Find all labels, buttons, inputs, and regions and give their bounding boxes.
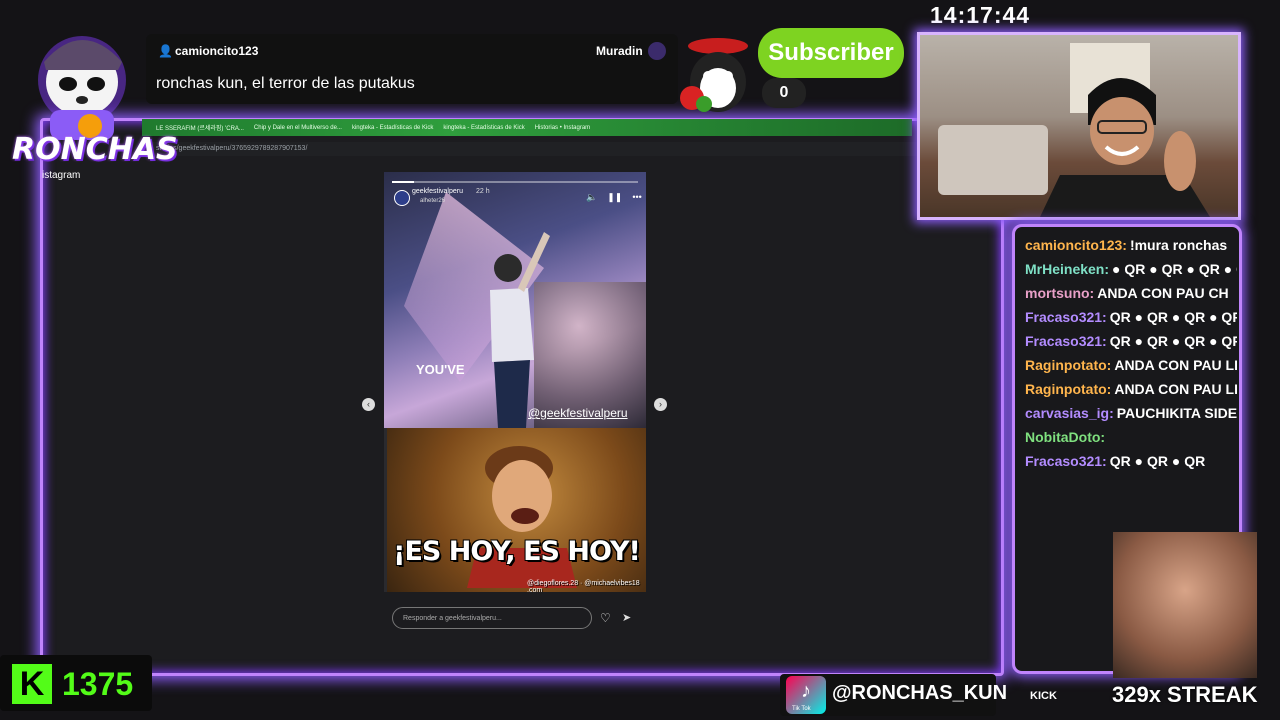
browser-tab[interactable]: Historias • Instagram	[535, 125, 590, 131]
chat-username[interactable]: Raginpotato:	[1025, 381, 1111, 397]
browser-tab[interactable]: LE SSERAFIM (르세라핌) 'CRA...	[156, 123, 244, 132]
subscriber-goal: Subscriber	[758, 28, 904, 78]
previous-story-button[interactable]: ‹	[362, 398, 375, 411]
kick-count: 1375	[62, 666, 134, 702]
pause-icon[interactable]: ❚❚	[607, 192, 622, 203]
meme-caption: ¡ES HOY, ES HOY!	[393, 536, 641, 567]
social-links: KICK	[1030, 690, 1057, 702]
chat-username[interactable]: Raginpotato:	[1025, 357, 1111, 373]
reply-input[interactable]: Responder a geekfestivalperu...	[392, 607, 592, 629]
chat-text: !mura ronchas	[1129, 237, 1228, 253]
tiktok-label: Tik Tok	[792, 706, 811, 712]
browser-tab[interactable]: kingteka - Estadísticas de Kick	[352, 125, 433, 131]
chat-message: Fracaso321:QR ● QR ● QR ● QR ● QR ● QR ●	[1025, 307, 1237, 327]
kick-icon: K	[12, 664, 52, 704]
instagram-story[interactable]: geekfestivalperu 22 h alheter26 🔈 ❚❚ •••…	[384, 172, 646, 592]
chat-message: Raginpotato:ANDA CON PAU LE METES UN TAM…	[1025, 379, 1237, 399]
chat-text: ANDA CON PAU LE METES UN TAMPON Y GO	[1114, 381, 1237, 397]
mascot-image	[680, 38, 748, 112]
chat-message: Raginpotato:ANDA CON PAU LE METES UN TAM…	[1025, 355, 1237, 375]
chat-username[interactable]: Fracaso321:	[1025, 333, 1107, 349]
more-icon[interactable]: •••	[632, 192, 641, 203]
chat-message: mortsuno: ANDA CON PAU CH	[1025, 283, 1237, 303]
tiktok-handle: @RONCHAS_KUN	[832, 682, 1008, 704]
concert-photo: geekfestivalperu 22 h alheter26 🔈 ❚❚ •••…	[384, 172, 646, 428]
chat-text: ● QR ● QR ● QR ● QR ● QR ● QR ● QR	[1112, 261, 1237, 277]
logo-subtext: istagram	[42, 170, 81, 181]
logo-text: RONCHAS	[12, 132, 178, 167]
meme-image: ¡ES HOY, ES HOY! @diegoflores.28 · @mich…	[387, 428, 646, 592]
subscriber-count: 0	[762, 78, 806, 108]
chat-username[interactable]: carvasias_ig:	[1025, 405, 1114, 421]
chat-username[interactable]: Fracaso321:	[1025, 309, 1107, 325]
chat-username[interactable]: NobitaDoto:	[1025, 429, 1105, 445]
chat-text: QR ● QR ● QR	[1109, 453, 1206, 469]
chat-text: ANDA CON PAU LE METES UN TAMPON Y GO	[1114, 357, 1237, 373]
browser-tab-bar[interactable]: LE SSERAFIM (르세라핌) 'CRA... Chip y Dale e…	[142, 119, 912, 136]
chat-username[interactable]: mortsuno:	[1025, 285, 1094, 301]
bed	[938, 125, 1048, 195]
story-controls: 🔈 ❚❚ •••	[586, 192, 642, 203]
user-icon: 👤	[158, 44, 173, 58]
browser-tab[interactable]: Chip y Dale en el Multiverso de...	[254, 125, 342, 131]
chat-text: ANDA CON PAU CH	[1097, 285, 1229, 301]
chat-message: camioncito123: !mura ronchas	[1025, 235, 1237, 255]
chat-username[interactable]: Fracaso321:	[1025, 453, 1107, 469]
avatar[interactable]	[394, 190, 410, 206]
story-progress	[392, 181, 638, 183]
chat-message: NobitaDoto:	[1025, 427, 1237, 447]
chat-message: Fracaso321:QR ● QR ● QR ● QR ● QR ● QR ●	[1025, 331, 1237, 351]
meme-credit: @diegoflores.28 · @michaelvibes18 .com	[527, 580, 640, 592]
overlay-text: YOU'VE	[416, 362, 465, 377]
webcam-feed	[917, 32, 1241, 220]
story-time: 22 h	[476, 188, 490, 195]
chat-username[interactable]: camioncito123:	[1025, 237, 1127, 253]
badge-icon	[648, 42, 666, 60]
chat-text: PAUCHIKITA SIDERAL ...	[1116, 405, 1237, 421]
mute-icon[interactable]: 🔈	[586, 192, 597, 203]
mention-sticker[interactable]: @geekfestivalperu	[528, 406, 628, 420]
chat-message: Fracaso321: QR ● QR ● QR	[1025, 451, 1237, 471]
address-bar[interactable]: stories/geekfestivalperu/376592978928790…	[142, 142, 917, 156]
heart-icon[interactable]: ♡	[600, 611, 611, 625]
story-subtitle: alheter26	[420, 198, 446, 204]
laughing-face-overlay	[1113, 532, 1257, 678]
chat-message: carvasias_ig:PAUCHIKITA SIDERAL ...	[1025, 403, 1237, 423]
streamer-figure	[1040, 78, 1210, 217]
chat-text: QR ● QR ● QR ● QR ● QR ● QR ●	[1109, 309, 1237, 325]
next-story-button[interactable]: ›	[654, 398, 667, 411]
chat-messages: camioncito123: !mura ronchas MrHeineken: ● …	[1025, 235, 1237, 475]
chat-text: QR ● QR ● QR ● QR ● QR ● QR ●	[1109, 333, 1237, 349]
highlight-username: camioncito123	[175, 44, 259, 58]
story-username[interactable]: geekfestivalperu	[412, 188, 463, 195]
chat-username[interactable]: MrHeineken:	[1025, 261, 1109, 277]
browser-tab[interactable]: kingteka - Estadísticas de Kick	[443, 125, 524, 131]
chat-message: MrHeineken:● QR ● QR ● QR ● QR ● QR ● QR…	[1025, 259, 1237, 279]
highlight-message: ronchas kun, el terror de las putakus	[156, 75, 415, 92]
streak-counter: 329x STREAK	[1112, 682, 1258, 707]
clock: 14:17:44	[930, 2, 1031, 28]
send-icon[interactable]: ➤	[622, 611, 631, 624]
highlight-right-label: Muradin	[596, 44, 643, 58]
